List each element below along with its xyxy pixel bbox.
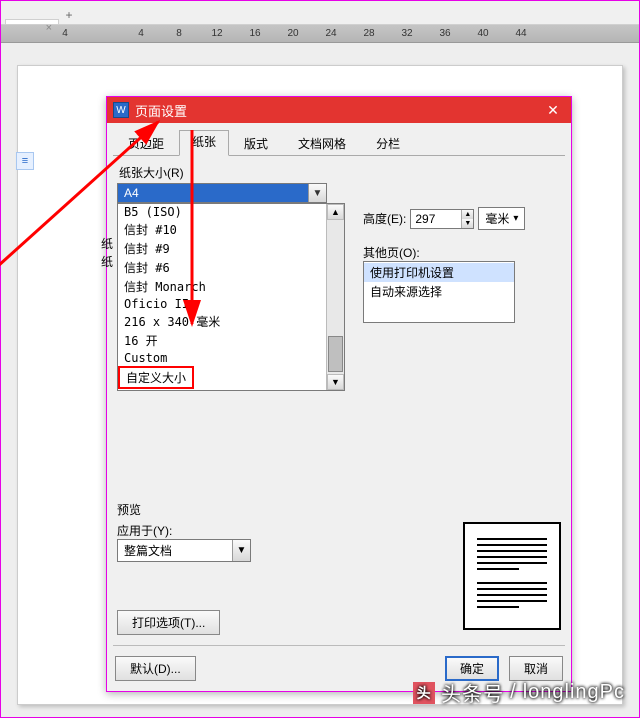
tab-content: 纸张大小(R) A4 ▼ B5 (ISO)信封 #10信封 #9信封 #6信封 … bbox=[113, 156, 565, 639]
ruler-mark: 4 bbox=[59, 28, 71, 39]
dialog-title: 页面设置 bbox=[135, 101, 541, 120]
dialog-titlebar[interactable]: W 页面设置 ✕ bbox=[107, 97, 571, 123]
tab-1[interactable]: 纸张 bbox=[179, 130, 229, 156]
other-pages-item[interactable]: 使用打印机设置 bbox=[364, 263, 514, 282]
document-tab[interactable]: × bbox=[5, 19, 59, 24]
spin-down-icon[interactable]: ▼ bbox=[462, 219, 473, 228]
print-options-button[interactable]: 打印选项(T)... bbox=[117, 610, 220, 635]
tab-0[interactable]: 页边距 bbox=[113, 130, 179, 156]
height-unit[interactable]: 毫米▾ bbox=[478, 207, 525, 230]
watermark-logo-icon: 头 bbox=[413, 682, 435, 704]
other-pages-label: 其他页(O): bbox=[363, 244, 525, 261]
close-tab-icon[interactable]: × bbox=[46, 22, 52, 34]
document-canvas: ≡ W 页面设置 ✕ 页边距纸张版式文档网格分栏 纸张大小(R) bbox=[1, 43, 639, 717]
height-label: 高度(E): bbox=[363, 210, 406, 227]
ruler-mark: 36 bbox=[439, 28, 451, 39]
dialog-footer: 默认(D)... 确定 取消 bbox=[113, 652, 565, 681]
paper-option[interactable]: Custom bbox=[118, 350, 326, 366]
ruler-mark: 12 bbox=[211, 28, 223, 39]
ruler-mark: 20 bbox=[287, 28, 299, 39]
preview-label: 预览 bbox=[117, 501, 561, 518]
ruler-mark: 4 bbox=[135, 28, 147, 39]
spin-up-icon[interactable]: ▲ bbox=[462, 210, 473, 219]
paper-size-combo[interactable]: A4 ▼ bbox=[117, 183, 327, 203]
scroll-thumb[interactable] bbox=[328, 336, 343, 372]
chevron-down-icon[interactable]: ▼ bbox=[308, 184, 326, 202]
app-frame: × + 448121620242832364044 ≡ W 页面设置 ✕ 页边距… bbox=[0, 0, 640, 718]
watermark-brand: 头条号 bbox=[441, 678, 504, 707]
paragraph-icon[interactable]: ≡ bbox=[16, 152, 34, 170]
ruler-mark: 32 bbox=[401, 28, 413, 39]
ruler-mark: 24 bbox=[325, 28, 337, 39]
paper-option[interactable]: 信封 Monarch bbox=[118, 277, 326, 296]
scrollbar[interactable]: ▲ ▼ bbox=[326, 204, 344, 390]
paper-option[interactable]: 16 开 bbox=[118, 331, 326, 350]
watermark-name: longlingPc bbox=[523, 681, 625, 704]
paper-size-value: A4 bbox=[118, 184, 308, 202]
ruler-mark: 40 bbox=[477, 28, 489, 39]
paper-option[interactable]: 信封 #9 bbox=[118, 239, 326, 258]
paper-size-label: 纸张大小(R) bbox=[119, 164, 561, 181]
overlay-prefix-2: 纸 bbox=[101, 235, 113, 252]
ruler-mark: 8 bbox=[173, 28, 185, 39]
page-setup-dialog: W 页面设置 ✕ 页边距纸张版式文档网格分栏 纸张大小(R) A4 bbox=[106, 96, 572, 692]
watermark: 头 头条号 / longlingPc bbox=[413, 678, 625, 707]
paper-option[interactable]: 信封 #10 bbox=[118, 220, 326, 239]
apply-to-select[interactable]: 整篇文档 ▼ bbox=[117, 539, 251, 562]
app-icon: W bbox=[113, 102, 129, 118]
paper-size-dropdown[interactable]: B5 (ISO)信封 #10信封 #9信封 #6信封 MonarchOficio… bbox=[117, 203, 345, 391]
paper-option[interactable]: 自定义大小 bbox=[118, 366, 194, 389]
chevron-down-icon[interactable]: ▼ bbox=[232, 540, 250, 561]
other-pages-list[interactable]: 使用打印机设置自动来源选择 bbox=[363, 261, 515, 323]
tab-3[interactable]: 文档网格 bbox=[283, 130, 361, 156]
watermark-sep: / bbox=[510, 681, 517, 704]
height-input[interactable]: 297 ▲ ▼ bbox=[410, 209, 474, 229]
dialog-body: 页边距纸张版式文档网格分栏 纸张大小(R) A4 ▼ bbox=[107, 123, 571, 691]
document-tabstrip: × + bbox=[1, 1, 639, 25]
ruler-mark: 44 bbox=[515, 28, 527, 39]
height-value: 297 bbox=[411, 210, 461, 228]
other-pages-item[interactable]: 自动来源选择 bbox=[364, 282, 514, 301]
page-preview-thumb bbox=[463, 522, 561, 630]
overlay-prefix-1: 纸 bbox=[101, 253, 113, 270]
new-tab-button[interactable]: + bbox=[59, 6, 79, 24]
paper-option[interactable]: 信封 #6 bbox=[118, 258, 326, 277]
apply-to-value: 整篇文档 bbox=[118, 540, 232, 561]
tab-4[interactable]: 分栏 bbox=[361, 130, 415, 156]
dialog-tabs: 页边距纸张版式文档网格分栏 bbox=[113, 129, 565, 156]
paper-option[interactable]: 216 x 340 毫米 bbox=[118, 312, 326, 331]
scroll-down-icon[interactable]: ▼ bbox=[327, 374, 344, 390]
horizontal-ruler: 448121620242832364044 bbox=[1, 25, 639, 43]
scroll-up-icon[interactable]: ▲ bbox=[327, 204, 344, 220]
ruler-mark: 16 bbox=[249, 28, 261, 39]
defaults-button[interactable]: 默认(D)... bbox=[115, 656, 196, 681]
close-icon[interactable]: ✕ bbox=[541, 102, 565, 119]
apply-to-label: 应用于(Y): bbox=[117, 522, 251, 539]
tab-2[interactable]: 版式 bbox=[229, 130, 283, 156]
paper-option[interactable]: Oficio II bbox=[118, 296, 326, 312]
other-pages-group: 其他页(O): 使用打印机设置自动来源选择 bbox=[363, 244, 525, 323]
paper-option[interactable]: B5 (ISO) bbox=[118, 204, 326, 220]
document-page: ≡ W 页面设置 ✕ 页边距纸张版式文档网格分栏 纸张大小(R) bbox=[17, 65, 623, 705]
ruler-mark: 28 bbox=[363, 28, 375, 39]
